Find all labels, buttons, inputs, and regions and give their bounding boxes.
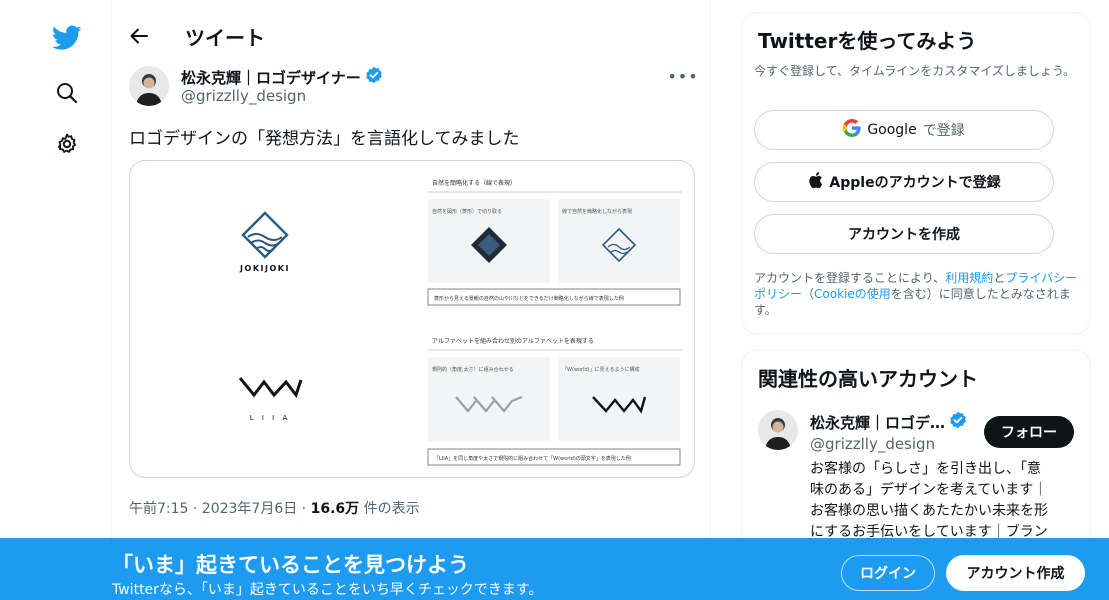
search-icon[interactable] [48, 74, 86, 112]
view-count-suffix: 件の表示 [359, 501, 420, 517]
twitter-logo-icon[interactable] [48, 19, 86, 57]
related-name-text: 松永克輝｜ロゴデ… [810, 413, 946, 432]
tweet-column: ツイート 松永克輝｜ロゴデザイナー @grizzlly_design ••• ロ… [111, 0, 711, 600]
author-name-text: 松永克輝｜ロゴデザイナー [181, 68, 361, 87]
create-account-button[interactable]: アカウントを作成 [754, 214, 1054, 254]
banner-title: 「いま」起きていることを見つけよう [112, 553, 469, 577]
google-signup-label: Google [867, 122, 917, 138]
header: ツイート [112, 18, 712, 54]
google-signup-button[interactable]: Google で登録 [754, 110, 1054, 150]
related-card-title: 関連性の高いアカウント [758, 367, 978, 391]
gear-icon[interactable] [48, 125, 86, 163]
tweet-text: ロゴデザインの「発想方法」を言語化してみました [129, 129, 520, 149]
follow-button[interactable]: フォロー [984, 416, 1074, 448]
panel3-caption: 規則的（角度,太さ）に組み合わせる [432, 366, 514, 373]
left-navigation [0, 0, 112, 600]
tweet-timestamp[interactable]: 午前7:15 · 2023年7月6日 · [129, 501, 311, 517]
apple-signup-label: Appleのアカウントで登録 [829, 175, 1001, 191]
related-bio: お客様の「らしさ」を引き出し、「意 味のある」デザインを考えています｜ お客様の… [810, 459, 1080, 543]
bio-line: 味のある」デザインを考えています｜ [810, 482, 1048, 498]
section2-title: アルファベットを組み合わせ別のアルファベットを表現する [432, 337, 594, 345]
tweet-author: 松永克輝｜ロゴデザイナー @grizzlly_design ••• [129, 66, 698, 108]
signup-card-subtitle: 今すぐ登録して、タイムラインをカスタマイズしましょう。 [754, 64, 1076, 78]
section1-title: 自然を簡略化する（線で表現） [432, 179, 516, 187]
apple-signup-button[interactable]: Appleのアカウントで登録 [754, 162, 1054, 202]
view-count: 16.6万 [310, 501, 360, 517]
author-name[interactable]: 松永克輝｜ロゴデザイナー [181, 66, 383, 88]
signup-card: Twitterを使ってみよう 今すぐ登録して、タイムラインをカスタマイズしましょ… [741, 12, 1091, 334]
related-name[interactable]: 松永克輝｜ロゴデ… [810, 411, 967, 433]
liia-logo: L I I A [238, 377, 303, 422]
tweet-media-image[interactable]: JOKIJOKI L I I A 自然を簡略化する（線で表現） 自然を図形（菱形… [129, 160, 695, 478]
tweet-meta: 午前7:15 · 2023年7月6日 · 16.6万 件の表示 [129, 498, 420, 518]
signup-button[interactable]: アカウント作成 [946, 555, 1085, 591]
verified-badge-icon [365, 66, 383, 88]
terms-and: と [993, 271, 1006, 285]
create-account-label: アカウントを作成 [848, 227, 960, 243]
section1-footer: 菱形から見える景観の自然の山や川などをできるだけ簡略化しながら線で表現した例 [434, 295, 624, 302]
cookie-link[interactable]: Cookieの使用 [814, 287, 891, 301]
bio-line: お客様の思い描くあたたかい未来を形 [810, 503, 1048, 519]
author-handle[interactable]: @grizzlly_design [181, 87, 306, 105]
page-title: ツイート [185, 26, 265, 50]
jokijoki-logo-text: JOKIJOKI [239, 264, 290, 273]
panel4-caption: 「W(world)」に見えるように構成 [562, 366, 639, 373]
terms-text: アカウントを登録することにより、利用規約とプライバシーポリシー（Cookieの使… [754, 270, 1084, 318]
more-options-icon[interactable]: ••• [667, 66, 697, 86]
section2-footer: 「LIIA」を同じ角度や太さで規則的に組み合わせて「W(world)の頭文字」を… [434, 455, 631, 462]
liia-logo-text: L I I A [250, 414, 291, 422]
related-avatar[interactable] [758, 410, 798, 450]
avatar[interactable] [129, 66, 169, 106]
panel2-caption: 線で自然を簡略化しながら表現 [562, 208, 632, 215]
banner-subtitle: Twitterなら、「いま」起きていることをいち早くチェックできます。 [112, 582, 543, 598]
jokijoki-logo: JOKIJOKI [239, 211, 290, 273]
signup-banner: 「いま」起きていることを見つけよう Twitterなら、「いま」起きていることを… [0, 538, 1109, 600]
google-logo-icon [843, 118, 861, 141]
bio-line: お客様の「らしさ」を引き出し、「意 [810, 461, 1041, 477]
google-signup-suffix: で登録 [922, 123, 965, 139]
signup-card-title: Twitterを使ってみよう [758, 29, 977, 53]
terms-prefix: アカウントを登録することにより、 [754, 271, 946, 285]
terms-link[interactable]: 利用規約 [945, 271, 993, 285]
terms-paren: （ [802, 287, 815, 301]
login-button[interactable]: ログイン [841, 555, 935, 591]
back-arrow-icon[interactable] [126, 23, 152, 49]
panel1-caption: 自然を図形（菱形）で切り取る [432, 208, 502, 215]
apple-logo-icon [807, 171, 823, 193]
verified-badge-icon [949, 411, 967, 433]
related-handle[interactable]: @grizzlly_design [810, 435, 935, 453]
